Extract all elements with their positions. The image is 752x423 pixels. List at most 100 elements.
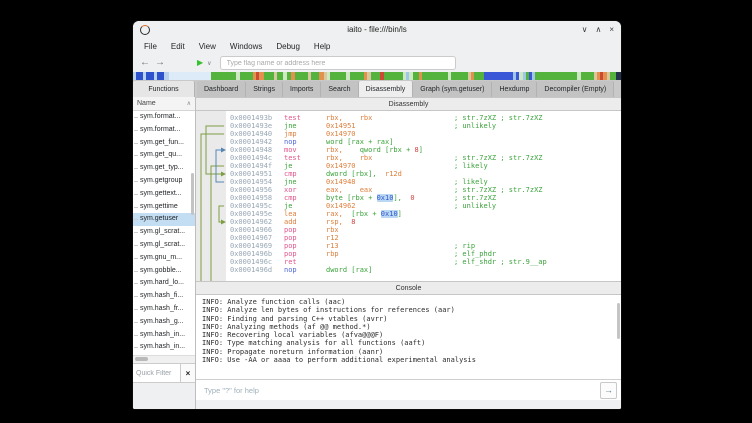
disasm-mnemonic: pop — [284, 226, 297, 234]
maximize-button[interactable]: ∧ — [595, 26, 601, 34]
function-list-item[interactable]: sym.gettime — [133, 201, 195, 214]
disasm-row[interactable]: 0x00014969popr13; rip — [196, 242, 621, 250]
memory-segment — [484, 72, 513, 80]
console-command-input[interactable] — [198, 386, 600, 395]
disasm-row[interactable]: 0x00014948movrbx, qword [rbx + 8] — [196, 146, 621, 154]
scrollbar-thumb[interactable] — [135, 357, 148, 361]
disasm-row[interactable]: 0x00014954jne0x14948; likely — [196, 178, 621, 186]
disasm-row[interactable]: 0x0001495elearax, [rbx + 0x10] — [196, 210, 621, 218]
disasm-address: 0x00014942 — [230, 138, 272, 146]
disasm-row[interactable]: 0x00014942nopword [rax + rax] — [196, 138, 621, 146]
disasm-row[interactable]: 0x0001495cje0x14962; unlikely — [196, 202, 621, 210]
console-line: INFO: Analyzing methods (af @@ method.*) — [196, 323, 621, 331]
disasm-row[interactable]: 0x0001496cret; elf_shdr ; str.9__ap — [196, 258, 621, 266]
function-list-item[interactable]: sym.gl_scrat... — [133, 239, 195, 252]
seek-address-input[interactable] — [220, 56, 456, 70]
tab-disassembly[interactable]: Disassembly — [359, 81, 414, 97]
function-list-item[interactable]: sym.get_fun... — [133, 137, 195, 150]
tab-imports[interactable]: Imports — [283, 81, 321, 97]
disasm-mnemonic: mov — [284, 146, 297, 154]
disasm-operands: rbp — [326, 250, 339, 258]
disasm-address: 0x0001496d — [230, 266, 272, 274]
tab-strings[interactable]: Strings — [246, 81, 283, 97]
disasm-mnemonic: lea — [284, 210, 297, 218]
function-list-item[interactable]: sym.getgroup — [133, 175, 195, 188]
memory-segment — [539, 72, 578, 80]
tab-decompiler-empty[interactable]: Decompiler (Empty) — [537, 81, 614, 97]
close-button[interactable]: × — [609, 26, 614, 34]
window-controls: ∨ ∧ × — [582, 26, 614, 34]
console-scrollbar[interactable] — [617, 303, 620, 339]
function-list-item[interactable]: sym.hash_g... — [133, 316, 195, 329]
send-command-button[interactable]: → — [600, 382, 617, 399]
minimize-button[interactable]: ∨ — [582, 26, 588, 34]
disasm-mnemonic: test — [284, 154, 301, 162]
function-list-item[interactable]: sym.format... — [133, 124, 195, 137]
name-column-header[interactable]: Name ∧ — [133, 97, 195, 111]
function-list-scrollbar[interactable] — [191, 173, 194, 215]
menu-view[interactable]: View — [192, 42, 223, 51]
disasm-row[interactable]: 0x00014940jmp0x14970 — [196, 130, 621, 138]
disasm-comment: ; rip — [454, 242, 475, 250]
disasm-row[interactable]: 0x0001494fje0x14970; likely — [196, 162, 621, 170]
function-list-item[interactable]: sym.format... — [133, 111, 195, 124]
disassembly-listing: 0x0001493btestrbx, rbx; str.7zXZ ; str.7… — [196, 114, 621, 274]
disasm-row[interactable]: 0x0001493ejne0x14951; unlikely — [196, 122, 621, 130]
disasm-mnemonic: ret — [284, 258, 297, 266]
disasm-row[interactable]: 0x00014956xoreax, eax; str.7zXZ ; str.7z… — [196, 186, 621, 194]
function-list-item[interactable]: sym.hash_in... — [133, 341, 195, 354]
quick-filter-input[interactable] — [133, 364, 180, 382]
menu-windows[interactable]: Windows — [223, 42, 269, 51]
tab-graph-sym-getuser[interactable]: Graph (sym.getuser) — [413, 81, 492, 97]
debug-continue-button[interactable]: ▶ — [197, 59, 203, 67]
disasm-comment: ; likely — [454, 162, 488, 170]
disasm-comment: ; str.7zXZ ; str.7zXZ — [454, 114, 543, 122]
content-area: Name ∧ sym.format...sym.format...sym.get… — [133, 97, 621, 409]
clear-filter-button[interactable]: × — [180, 364, 195, 382]
titlebar: iaito - file:///bin/ls ∨ ∧ × — [133, 21, 621, 38]
menu-debug[interactable]: Debug — [269, 42, 307, 51]
function-list-item[interactable]: sym.gnu_m... — [133, 252, 195, 265]
function-list-item[interactable]: sym.gobble... — [133, 265, 195, 278]
function-list-item[interactable]: sym.hash_fi... — [133, 290, 195, 303]
functions-dock-tab[interactable]: Functions — [133, 81, 195, 97]
disasm-row[interactable]: 0x00014958cmpbyte [rbx + 0x10], 0; str.7… — [196, 194, 621, 202]
disasm-row[interactable]: 0x0001496bpoprbp; elf_phdr — [196, 250, 621, 258]
disasm-row[interactable]: 0x0001493btestrbx, rbx; str.7zXZ ; str.7… — [196, 114, 621, 122]
function-list-item[interactable]: sym.get_typ... — [133, 162, 195, 175]
function-list-item[interactable]: sym.gettext... — [133, 188, 195, 201]
function-list-item[interactable]: sym.hash_in... — [133, 329, 195, 342]
memory-segment — [384, 72, 403, 80]
memory-map-bar[interactable] — [133, 72, 621, 80]
tab-dashboard[interactable]: Dashboard — [197, 81, 246, 97]
disasm-mnemonic: je — [284, 202, 292, 210]
disasm-row[interactable]: 0x00014967popr12 — [196, 234, 621, 242]
back-button[interactable]: ← — [140, 58, 150, 68]
disasm-row[interactable]: 0x00014962addrsp, 8 — [196, 218, 621, 226]
menu-file[interactable]: File — [137, 42, 164, 51]
disasm-row[interactable]: 0x00014966poprbx — [196, 226, 621, 234]
disasm-operands: r13 — [326, 242, 339, 250]
tab-hexdump[interactable]: Hexdump — [492, 81, 537, 97]
menu-edit[interactable]: Edit — [164, 42, 192, 51]
chevron-down-icon[interactable]: ∨ — [207, 60, 211, 67]
console-output[interactable]: INFO: Analyze function calls (aac)INFO: … — [196, 295, 621, 379]
menu-help[interactable]: Help — [307, 42, 337, 51]
function-list-horizontal-scrollbar[interactable] — [133, 355, 195, 363]
disasm-operands: eax, eax — [326, 186, 372, 194]
function-list-item[interactable]: sym.hard_lo... — [133, 277, 195, 290]
disasm-row[interactable]: 0x00014951cmpdword [rbx], r12d — [196, 170, 621, 178]
function-list-item[interactable]: sym.getuser — [133, 213, 195, 226]
disasm-row[interactable]: 0x0001496dnopdword [rax] — [196, 266, 621, 274]
disasm-comment: ; likely — [454, 178, 488, 186]
forward-button[interactable]: → — [155, 58, 165, 68]
function-list-item[interactable]: sym.hash_fr... — [133, 303, 195, 316]
disasm-operands: rbx — [326, 226, 339, 234]
disasm-operands: rax, [rbx + 0x10] — [326, 210, 402, 218]
tab-search[interactable]: Search — [321, 81, 358, 97]
disasm-row[interactable]: 0x0001494ctestrbx, rbx; str.7zXZ ; str.7… — [196, 154, 621, 162]
disasm-address: 0x00014962 — [230, 218, 272, 226]
disassembly-view[interactable]: 0x0001493btestrbx, rbx; str.7zXZ ; str.7… — [196, 111, 621, 281]
function-list-item[interactable]: sym.get_qu... — [133, 149, 195, 162]
function-list-item[interactable]: sym.gl_scrat... — [133, 226, 195, 239]
